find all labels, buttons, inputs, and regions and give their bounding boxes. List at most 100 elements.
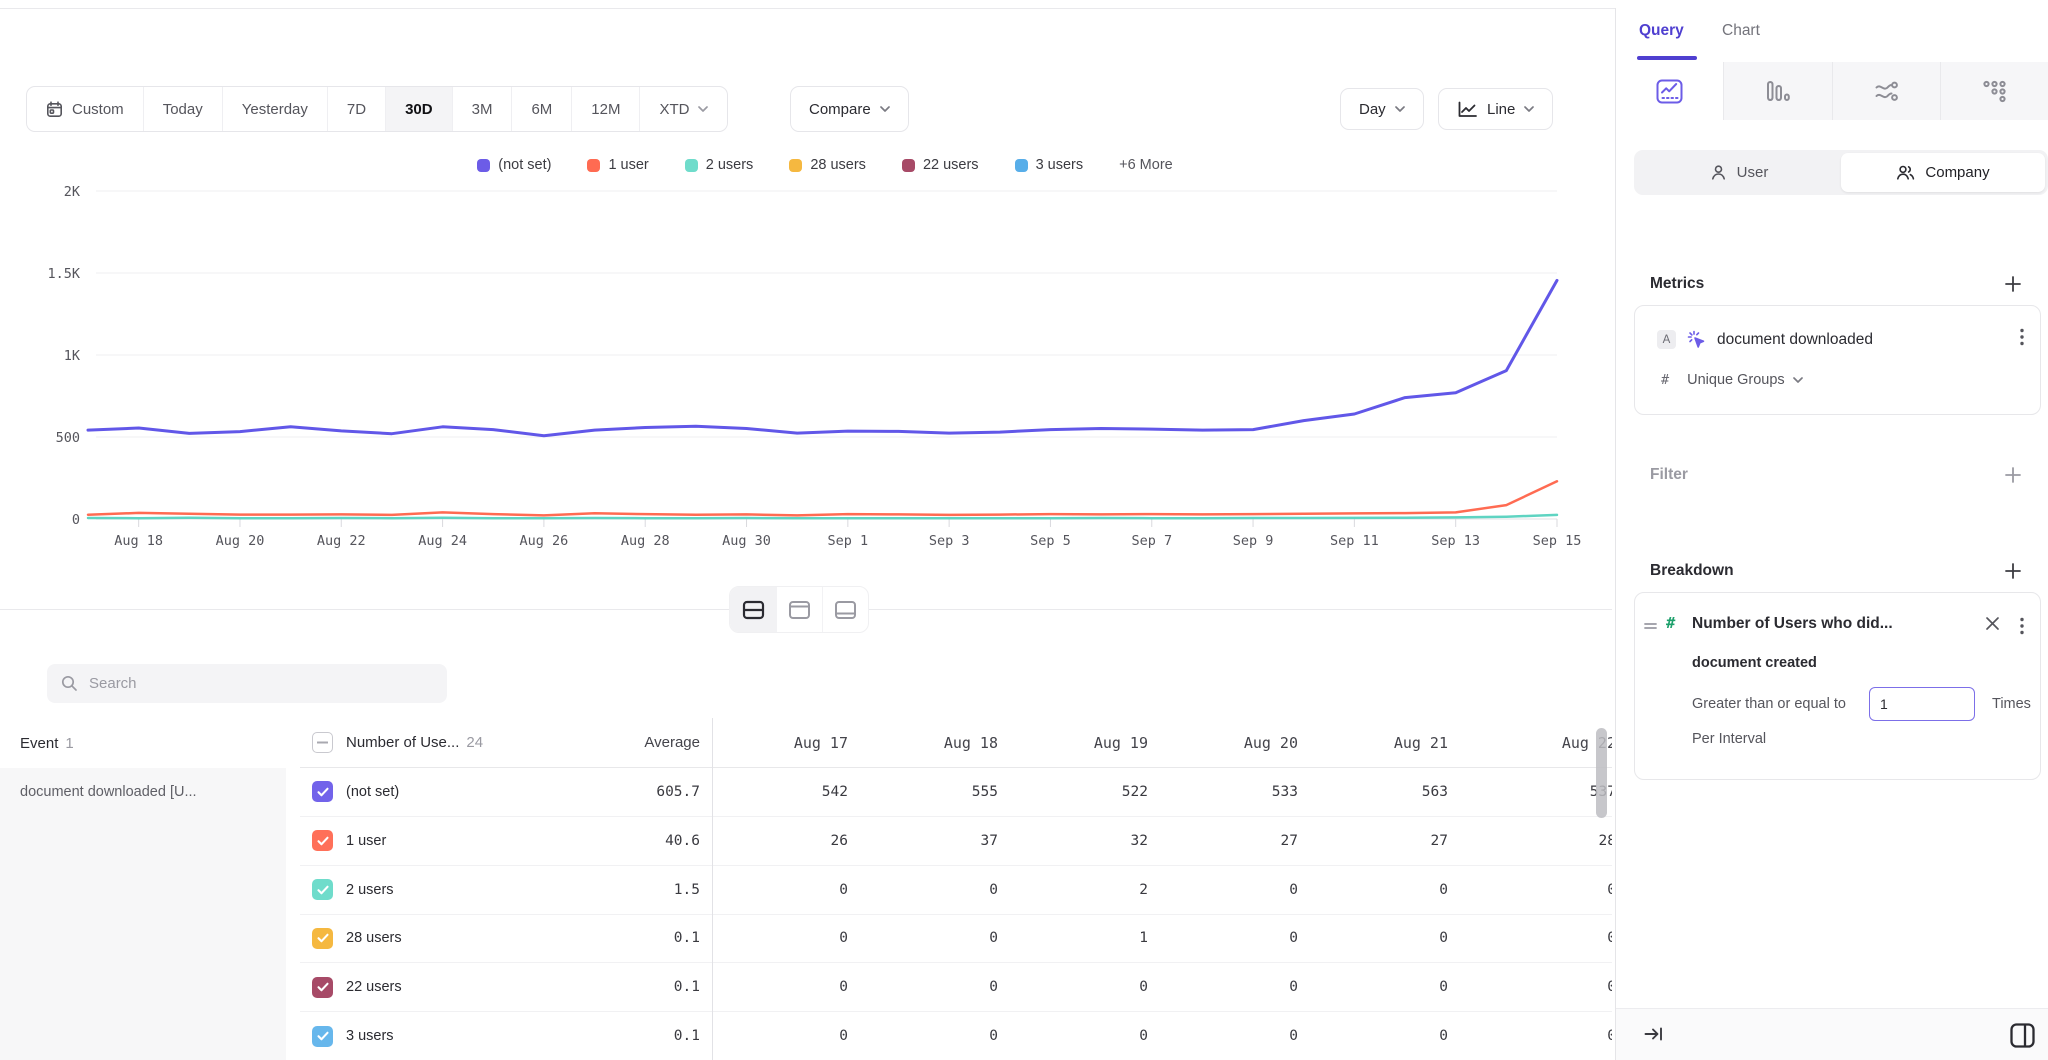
chart-type-line-tab[interactable] bbox=[1616, 62, 1723, 120]
date-column-header[interactable]: Aug 20 bbox=[1162, 734, 1312, 752]
compare-button[interactable]: Compare bbox=[790, 86, 909, 132]
svg-text:Aug 24: Aug 24 bbox=[418, 533, 467, 549]
chart-toolbar: CustomTodayYesterday7D30D3M6M12MXTD Comp… bbox=[26, 86, 1606, 132]
svg-text:Aug 26: Aug 26 bbox=[520, 533, 569, 549]
metric-kebab-icon[interactable] bbox=[2020, 328, 2024, 351]
date-value: 0 bbox=[1162, 882, 1312, 898]
range-xtd[interactable]: XTD bbox=[639, 87, 727, 131]
row-checkbox[interactable] bbox=[312, 928, 333, 949]
add-metric-button[interactable] bbox=[2004, 275, 2022, 293]
date-value: 0 bbox=[1012, 1028, 1162, 1044]
chevron-down-icon bbox=[1793, 377, 1803, 383]
range-today[interactable]: Today bbox=[143, 87, 222, 131]
svg-text:Aug 22: Aug 22 bbox=[317, 533, 366, 549]
layout-split-button[interactable] bbox=[730, 587, 776, 632]
date-value: 0 bbox=[1480, 1028, 1612, 1044]
event-name-cell bbox=[0, 817, 300, 866]
range-3m[interactable]: 3M bbox=[452, 87, 512, 131]
date-value: 555 bbox=[862, 784, 1012, 800]
event-name-cell[interactable]: document downloaded [U... bbox=[0, 768, 300, 817]
add-filter-button[interactable] bbox=[2004, 466, 2022, 484]
select-all-checkbox[interactable] bbox=[312, 732, 333, 753]
breakdown-card[interactable]: # Number of Users who did... document cr… bbox=[1634, 592, 2041, 780]
panel-bottom-bar bbox=[1616, 1008, 2048, 1060]
date-column-header[interactable]: Aug 18 bbox=[862, 734, 1012, 752]
metric-card[interactable]: A document downloaded # Unique Groups bbox=[1634, 305, 2041, 415]
group-count: 24 bbox=[466, 734, 483, 751]
chart-type-button[interactable]: Line bbox=[1438, 88, 1553, 130]
event-click-icon bbox=[1687, 330, 1706, 354]
date-column-header[interactable]: Aug 22 bbox=[1480, 734, 1612, 752]
average-header[interactable]: Average bbox=[550, 734, 712, 751]
close-icon[interactable] bbox=[1985, 616, 2000, 636]
frozen-pane-divider bbox=[712, 718, 713, 1060]
date-column-header[interactable]: Aug 19 bbox=[1012, 734, 1162, 752]
event-name-cell bbox=[0, 866, 300, 915]
date-value: 0 bbox=[1312, 979, 1462, 995]
row-checkbox[interactable] bbox=[312, 1026, 333, 1047]
row-label: 22 users bbox=[346, 979, 402, 995]
date-value: 1 bbox=[1012, 930, 1162, 946]
line-chart-icon bbox=[1457, 101, 1478, 118]
table-row: 22 users0.1000000 bbox=[0, 963, 1612, 1012]
times-value-input[interactable] bbox=[1869, 687, 1975, 721]
chart-type-grid-tab[interactable] bbox=[1940, 62, 2048, 120]
date-value: 0 bbox=[1162, 1028, 1312, 1044]
audience-user-label: User bbox=[1737, 164, 1769, 181]
date-range-group: CustomTodayYesterday7D30D3M6M12MXTD bbox=[26, 86, 728, 132]
row-checkbox[interactable] bbox=[312, 879, 333, 900]
chart-type-bar-tab[interactable] bbox=[1723, 62, 1831, 120]
range-12m[interactable]: 12M bbox=[571, 87, 639, 131]
vertical-scrollbar[interactable] bbox=[1596, 728, 1607, 818]
average-value: 605.7 bbox=[550, 784, 712, 800]
chart-type-flow-tab[interactable] bbox=[1832, 62, 1940, 120]
chevron-down-icon bbox=[1395, 106, 1405, 112]
layout-table-only-button[interactable] bbox=[822, 587, 868, 632]
metric-aggregation[interactable]: # Unique Groups bbox=[1661, 372, 1803, 388]
add-breakdown-button[interactable] bbox=[2004, 562, 2022, 580]
compare-label: Compare bbox=[809, 101, 871, 118]
svg-text:Aug 28: Aug 28 bbox=[621, 533, 670, 549]
group-header-label: Number of Use... bbox=[346, 734, 459, 751]
row-checkbox[interactable] bbox=[312, 830, 333, 851]
row-checkbox[interactable] bbox=[312, 781, 333, 802]
metric-letter-badge: A bbox=[1657, 330, 1676, 349]
audience-company-option[interactable]: Company bbox=[1841, 153, 2045, 192]
svg-text:1K: 1K bbox=[64, 348, 81, 364]
row-checkbox[interactable] bbox=[312, 977, 333, 998]
query-panel: Query Chart User bbox=[1615, 8, 2048, 1060]
date-column-header[interactable]: Aug 21 bbox=[1312, 734, 1462, 752]
row-label: 2 users bbox=[346, 882, 394, 898]
number-property-icon: # bbox=[1666, 614, 1675, 632]
range-7d[interactable]: 7D bbox=[327, 87, 385, 131]
layout-chart-only-button[interactable] bbox=[776, 587, 822, 632]
range-30d[interactable]: 30D bbox=[385, 87, 452, 131]
table-row: 1 user40.6263732272728 bbox=[0, 817, 1612, 866]
breakdown-kebab-icon[interactable] bbox=[2020, 617, 2024, 640]
drag-handle-icon[interactable] bbox=[1644, 618, 1657, 636]
table-header-row: Event 1 Number of Use... 24 Average bbox=[0, 718, 1612, 768]
tab-query[interactable]: Query bbox=[1639, 22, 1684, 40]
group-header-cell[interactable]: Number of Use... 24 bbox=[300, 732, 550, 753]
date-value: 0 bbox=[862, 1028, 1012, 1044]
range-yesterday[interactable]: Yesterday bbox=[222, 87, 327, 131]
search-input[interactable] bbox=[89, 675, 433, 692]
collapse-panel-icon[interactable] bbox=[1644, 1026, 1663, 1047]
date-column-header[interactable]: Aug 17 bbox=[712, 734, 862, 752]
event-header-cell[interactable]: Event 1 bbox=[0, 718, 300, 768]
tab-chart[interactable]: Chart bbox=[1722, 22, 1760, 40]
chart-type-tabs bbox=[1616, 62, 2048, 120]
row-label: 28 users bbox=[346, 930, 402, 946]
granularity-button[interactable]: Day bbox=[1340, 88, 1424, 130]
range-custom[interactable]: Custom bbox=[27, 87, 143, 131]
row-label: 1 user bbox=[346, 833, 386, 849]
svg-text:Aug 20: Aug 20 bbox=[216, 533, 265, 549]
range-6m[interactable]: 6M bbox=[511, 87, 571, 131]
line-chart[interactable]: 05001K1.5K2KAug 18Aug 20Aug 22Aug 24Aug … bbox=[0, 170, 1612, 570]
svg-text:0: 0 bbox=[72, 512, 80, 528]
audience-user-option[interactable]: User bbox=[1637, 153, 1841, 192]
breakdown-heading: Breakdown bbox=[1650, 562, 1734, 580]
date-value: 0 bbox=[712, 930, 862, 946]
panel-layout-icon[interactable] bbox=[2009, 1022, 2036, 1054]
date-value: 32 bbox=[1012, 833, 1162, 849]
